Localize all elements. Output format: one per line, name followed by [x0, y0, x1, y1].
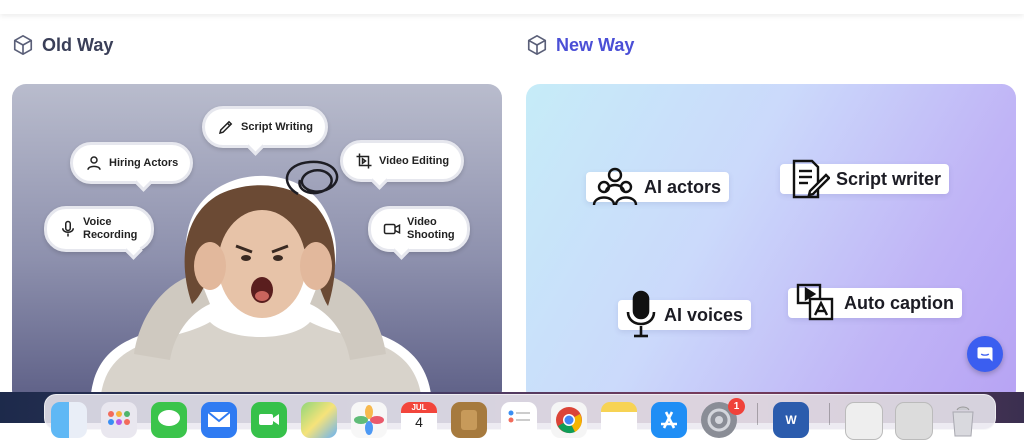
people-group-icon [592, 167, 638, 206]
launchpad-icon[interactable] [101, 402, 137, 438]
calendar-day: 4 [415, 414, 423, 430]
person-icon [87, 156, 101, 170]
new-way-panel: AI actors Script writer AI voices Auto c… [526, 84, 1016, 404]
crop-play-icon [356, 153, 372, 169]
script-writer-feature: Script writer [780, 159, 950, 199]
auto-caption-label: Auto caption [844, 292, 954, 313]
stressed-woman-illustration [90, 160, 432, 404]
chrome-icon[interactable] [551, 402, 587, 438]
facetime-icon[interactable] [251, 402, 287, 438]
trash-icon[interactable] [945, 402, 981, 438]
word-icon[interactable]: W [773, 402, 809, 438]
finder-icon[interactable] [51, 402, 87, 438]
video-camera-icon [383, 223, 401, 235]
ai-actors-label: AI actors [644, 176, 722, 197]
ai-actors-feature: AI actors [586, 167, 730, 206]
voice-recording-label: Voice Recording [83, 216, 138, 241]
mail-icon[interactable] [201, 402, 237, 438]
ai-voices-feature: AI voices [618, 290, 752, 338]
auto-caption-feature: Auto caption [788, 283, 962, 321]
cube-icon [13, 35, 33, 55]
old-way-panel: Script Writing Hiring Actors Video Editi… [12, 84, 502, 404]
microphone-icon [626, 290, 656, 338]
settings-notification-badge: 1 [728, 398, 745, 415]
calendar-icon[interactable]: JUL 4 [401, 402, 437, 438]
document-icon[interactable] [845, 402, 883, 440]
chat-icon [977, 347, 993, 362]
script-writing-bubble: Script Writing [202, 106, 328, 148]
chat-button[interactable] [967, 336, 1003, 372]
document-pen-icon [792, 159, 830, 199]
new-way-title: New Way [556, 34, 635, 55]
old-way-title: Old Way [42, 34, 114, 55]
script-writing-label: Script Writing [241, 120, 313, 133]
notes-app-icon[interactable] [451, 402, 487, 438]
hiring-actors-bubble: Hiring Actors [70, 142, 194, 184]
hiring-actors-label: Hiring Actors [109, 156, 179, 169]
cube-icon [527, 35, 547, 55]
preview-icon[interactable] [895, 402, 933, 440]
video-editing-bubble: Video Editing [340, 140, 465, 182]
old-way-heading: Old Way [12, 32, 113, 58]
new-way-heading: New Way [526, 32, 634, 58]
dock-separator [829, 403, 830, 425]
video-editing-label: Video Editing [379, 154, 450, 167]
messages-icon[interactable] [151, 402, 187, 438]
reminders-icon[interactable] [501, 402, 537, 438]
video-shooting-bubble: Video Shooting [368, 206, 470, 252]
ai-voices-label: AI voices [664, 304, 744, 325]
maps-icon[interactable] [301, 402, 337, 438]
photos-icon[interactable] [351, 402, 387, 438]
notes-icon[interactable] [601, 402, 637, 438]
pencil-icon [218, 120, 233, 135]
dock-separator [757, 403, 758, 425]
calendar-month: JUL [401, 402, 437, 413]
top-bar [0, 0, 1024, 14]
video-shooting-label: Video Shooting [407, 216, 455, 241]
caption-icon [796, 283, 834, 321]
voice-recording-bubble: Voice Recording [44, 206, 154, 252]
script-writer-label: Script writer [836, 168, 942, 189]
microphone-icon [62, 220, 74, 237]
dock: JUL 4 W [44, 394, 996, 440]
app-store-icon[interactable] [651, 402, 687, 438]
